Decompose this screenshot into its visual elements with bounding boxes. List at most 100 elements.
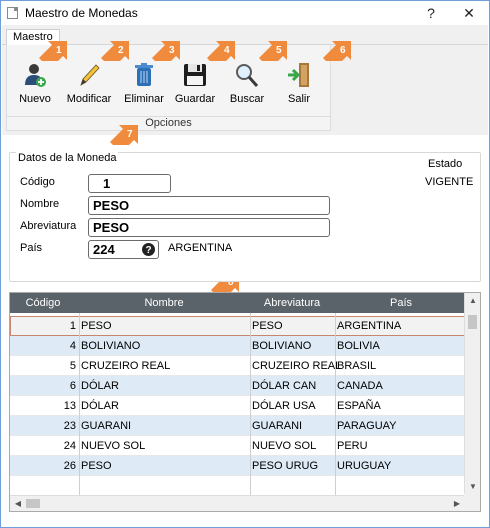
window-title: Maestro de Monedas <box>25 6 138 20</box>
buscar-label: Buscar <box>229 93 265 105</box>
datos-moneda-panel: Datos de la Moneda Estado VIGENTE Código… <box>9 152 481 282</box>
column-divider <box>79 313 80 495</box>
callout-arrow-2: 2 <box>101 41 129 61</box>
pencil-icon <box>80 64 100 86</box>
svg-text:7: 7 <box>127 129 133 140</box>
cell-abbr: GUARANI <box>252 420 303 432</box>
svg-text:4: 4 <box>224 45 230 56</box>
guardar-button[interactable]: Guardar <box>171 55 219 111</box>
cell-code: 24 <box>63 440 76 452</box>
save-icon <box>184 64 206 86</box>
modificar-label: Modificar <box>66 93 112 105</box>
help-button[interactable]: ? <box>419 4 443 22</box>
salir-button[interactable]: Salir <box>279 55 319 111</box>
title-bar: Maestro de Monedas ? ✕ <box>1 1 489 25</box>
svg-text:6: 6 <box>340 45 346 56</box>
vertical-scrollbar[interactable]: ▲ ▼ <box>464 293 480 495</box>
cell-code: 4 <box>69 340 76 352</box>
grid-header: Código Nombre Abreviatura País <box>10 293 465 313</box>
window: Maestro de Monedas ? ✕ Maestro Nuevo Mod… <box>0 0 490 528</box>
callout-arrow-4: 4 <box>207 41 235 61</box>
modificar-button[interactable]: Modificar <box>61 55 117 111</box>
cell-name: CRUZEIRO REAL <box>81 360 171 372</box>
svg-text:?: ? <box>145 245 151 256</box>
cell-code: 13 <box>63 400 76 412</box>
pais-code-field[interactable]: 224 ? <box>88 240 159 259</box>
svg-text:1: 1 <box>56 45 62 56</box>
cell-abbr: PESO <box>252 320 283 332</box>
cell-name: NUEVO SOL <box>81 440 146 452</box>
nombre-label: Nombre <box>20 198 60 210</box>
close-button[interactable]: ✕ <box>457 4 481 22</box>
callout-arrow-7: 7 <box>110 125 138 145</box>
nuevo-label: Nuevo <box>19 93 51 105</box>
tab-strip: Maestro <box>2 25 488 46</box>
scroll-left-icon[interactable]: ◀ <box>12 496 24 512</box>
svg-text:2: 2 <box>118 45 124 56</box>
app-icon <box>7 7 18 19</box>
estado-label: Estado <box>428 158 463 170</box>
cell-country: BOLIVIA <box>337 340 380 352</box>
eliminar-button[interactable]: Eliminar <box>121 55 167 111</box>
new-user-icon <box>25 64 46 87</box>
cell-name: DÓLAR <box>81 400 119 412</box>
cell-code: 23 <box>63 420 76 432</box>
salir-label: Salir <box>287 93 310 105</box>
panel-title: Datos de la Moneda <box>16 152 119 164</box>
pais-name: ARGENTINA <box>168 242 233 254</box>
cell-name: PESO <box>81 460 112 472</box>
cell-country: ESPAÑA <box>337 400 381 412</box>
ribbon-group-label: Opciones <box>7 116 330 130</box>
cell-code: 6 <box>69 380 76 392</box>
exit-icon <box>288 63 309 87</box>
svg-text:5: 5 <box>276 45 282 56</box>
cell-code: 5 <box>69 360 76 372</box>
cell-abbr: NUEVO SOL <box>252 440 317 452</box>
cell-abbr: CRUZEIRO REAL <box>252 360 342 372</box>
cell-name: DÓLAR <box>81 380 119 392</box>
cell-country: PERU <box>337 440 368 452</box>
search-icon <box>236 64 259 87</box>
trash-icon <box>135 63 153 86</box>
abreviatura-label: Abreviatura <box>20 220 77 232</box>
callout-arrow-6: 6 <box>323 41 351 61</box>
cell-country: CANADA <box>337 380 383 392</box>
guardar-label: Guardar <box>174 93 216 105</box>
col-header-pais[interactable]: País <box>337 297 465 309</box>
cell-country: URUGUAY <box>337 460 392 472</box>
col-header-nombre[interactable]: Nombre <box>81 297 247 309</box>
scroll-right-icon[interactable]: ▶ <box>451 496 463 512</box>
cell-country: BRASIL <box>337 360 377 372</box>
currency-grid[interactable]: Código Nombre Abreviatura País 1 PESO PE… <box>9 292 481 512</box>
cell-country: PARAGUAY <box>337 420 397 432</box>
cell-abbr: PESO URUG <box>252 460 319 472</box>
cell-abbr: DÓLAR USA <box>252 400 316 412</box>
column-divider <box>250 313 251 495</box>
pais-code-value: 224 <box>93 242 115 257</box>
column-divider <box>335 313 336 495</box>
svg-text:3: 3 <box>169 45 175 56</box>
cell-code: 1 <box>69 320 76 332</box>
cell-country: ARGENTINA <box>337 320 402 332</box>
cell-name: BOLIVIANO <box>81 340 141 352</box>
col-header-abreviatura[interactable]: Abreviatura <box>252 297 332 309</box>
horizontal-scrollbar[interactable]: ◀ ▶ <box>10 495 465 511</box>
scroll-up-icon[interactable]: ▲ <box>465 295 481 307</box>
scroll-corner <box>464 493 480 511</box>
codigo-field[interactable]: 1 <box>88 174 171 193</box>
codigo-label: Código <box>20 176 55 188</box>
estado-value: VIGENTE <box>425 176 474 188</box>
nuevo-button[interactable]: Nuevo <box>13 55 57 111</box>
scroll-down-icon[interactable]: ▼ <box>465 481 481 493</box>
abreviatura-field[interactable]: PESO <box>88 218 330 237</box>
buscar-button[interactable]: Buscar <box>225 55 269 111</box>
col-header-codigo[interactable]: Código <box>10 297 76 309</box>
eliminar-label: Eliminar <box>124 93 164 105</box>
cell-name: PESO <box>81 320 112 332</box>
vertical-scroll-thumb[interactable] <box>468 315 477 329</box>
horizontal-scroll-thumb[interactable] <box>26 499 40 508</box>
cell-abbr: DÓLAR CAN <box>252 380 317 392</box>
lookup-icon[interactable]: ? <box>142 243 155 256</box>
callout-arrow-5: 5 <box>259 41 287 61</box>
nombre-field[interactable]: PESO <box>88 196 330 215</box>
